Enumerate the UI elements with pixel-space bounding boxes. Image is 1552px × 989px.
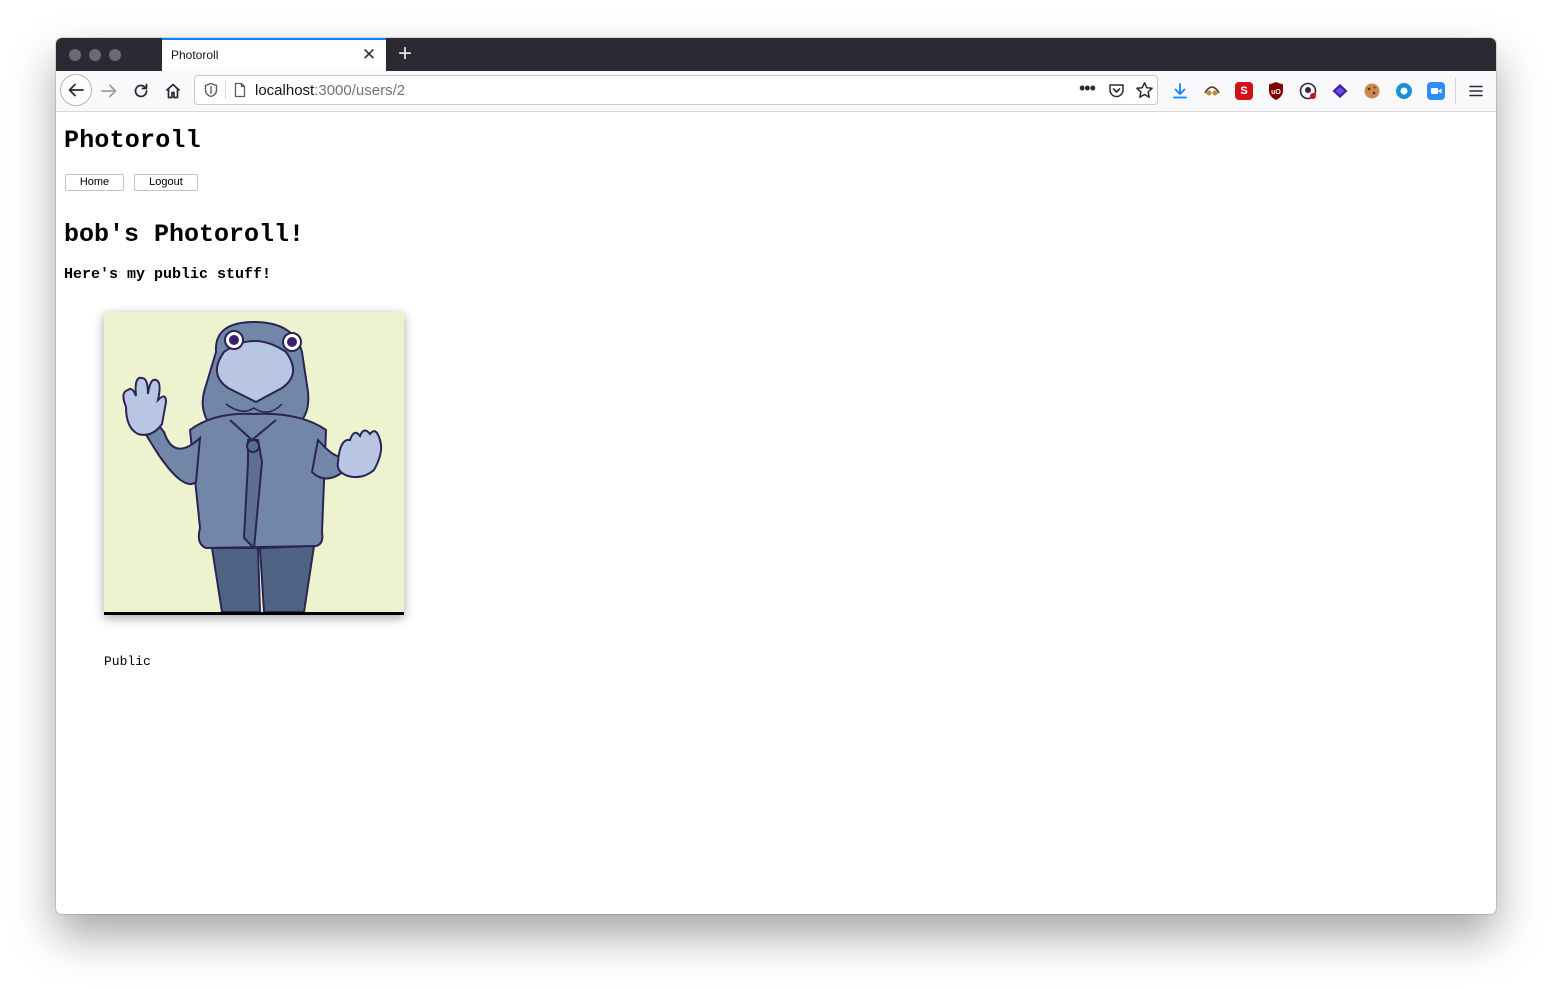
url-path: :3000/users/2 [314,82,406,99]
photo-card[interactable] [104,312,404,615]
home-button[interactable] [158,76,188,106]
url-bar[interactable]: localhost:3000/users/2 ••• [194,75,1158,105]
svg-text:uO: uO [1271,89,1281,96]
close-window-dot[interactable] [69,49,81,61]
extension-layers-icon[interactable] [1331,82,1349,100]
ublock-icon[interactable]: uO [1267,81,1285,101]
forward-button[interactable] [94,76,124,106]
forward-arrow-icon [101,84,117,98]
page-content: Photoroll Home Logout bob's Photoroll! H… [56,112,1496,914]
url-divider [225,81,226,99]
extension-s-icon[interactable]: S [1235,82,1253,100]
home-icon [165,83,181,99]
url-host: localhost [255,82,315,99]
profile-heading: bob's Photoroll! [64,220,305,249]
minimize-window-dot[interactable] [89,49,101,61]
tab-active[interactable]: Photoroll ✕ [162,38,386,71]
page-actions-icon[interactable]: ••• [1079,78,1096,99]
photo-visibility-label: Public [104,654,151,669]
page-icon[interactable] [232,82,248,98]
video-camera-icon [1431,88,1442,94]
reload-button[interactable] [126,76,156,106]
logout-button[interactable]: Logout [134,174,198,191]
browser-window: Photoroll ✕ + localhost:3000/users/2 •••… [56,38,1496,914]
extension-circle-icon[interactable] [1395,82,1413,100]
zoom-window-dot[interactable] [109,49,121,61]
navigation-toolbar: localhost:3000/users/2 ••• S uO [56,71,1496,112]
downloads-icon[interactable] [1171,82,1189,100]
url-text[interactable]: localhost:3000/users/2 [255,82,405,99]
back-arrow-icon [68,83,84,97]
pocket-icon[interactable] [1108,82,1125,99]
extension-privacy-icon[interactable] [1299,82,1317,100]
zoom-extension-icon[interactable] [1427,82,1445,100]
tab-bar: Photoroll ✕ + [56,38,1496,71]
tab-title: Photoroll [171,48,219,62]
home-nav-button[interactable]: Home [65,174,124,191]
site-title: Photoroll [64,126,201,155]
hamburger-menu-icon[interactable] [1468,83,1484,99]
new-tab-icon[interactable]: + [392,41,418,67]
bookmark-star-icon[interactable] [1135,81,1154,100]
bird-person-illustration [104,312,404,612]
extension-glasses-icon[interactable] [1203,82,1221,100]
profile-tagline: Here's my public stuff! [64,266,272,283]
extension-cookie-icon[interactable] [1363,82,1381,100]
toolbar-divider [1455,78,1456,104]
close-tab-icon[interactable]: ✕ [360,46,378,64]
back-button[interactable] [60,74,92,106]
shield-icon[interactable] [203,82,219,98]
reload-icon [134,83,148,98]
